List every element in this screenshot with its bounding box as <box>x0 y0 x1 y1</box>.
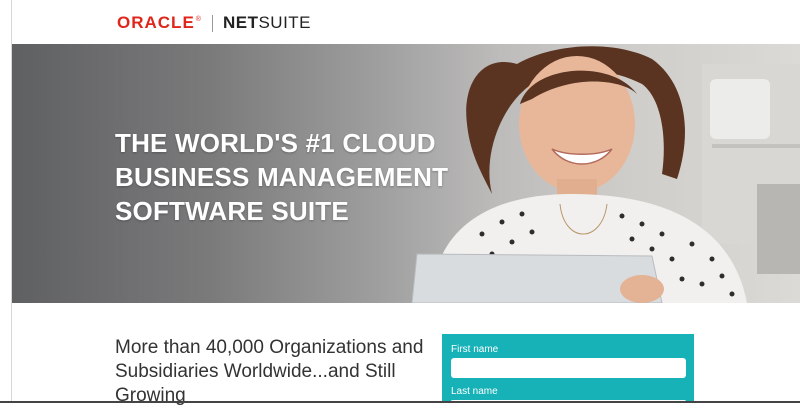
logo-netsuite-text: NETSUITE <box>223 13 311 33</box>
logo-registered-mark: ® <box>195 15 201 23</box>
hero-bg-pot <box>710 79 770 139</box>
intro-text: More than 40,000 Organizations and Subsi… <box>115 337 424 406</box>
logo-oracle-text: ORACLE <box>117 13 195 32</box>
logo-netsuite-net: NET <box>222 13 259 32</box>
logo-divider <box>211 14 213 32</box>
site-header: ORACLE ® NETSUITE <box>12 0 800 44</box>
hero-title-line: THE WORLD'S #1 CLOUD <box>115 128 436 158</box>
hero-woman-hand <box>620 275 664 303</box>
logo-netsuite-suite: SUITE <box>258 13 312 32</box>
hero-banner: THE WORLD'S #1 CLOUD BUSINESS MANAGEMENT… <box>12 44 800 303</box>
hero-bg-shelf-line <box>712 144 800 148</box>
hero-title-line: BUSINESS MANAGEMENT <box>115 162 449 192</box>
hero-title-line: SOFTWARE SUITE <box>115 196 349 226</box>
first-name-label: First name <box>451 344 499 355</box>
oracle-netsuite-logo[interactable]: ORACLE ® NETSUITE <box>117 13 311 33</box>
first-name-input[interactable] <box>451 358 686 378</box>
window-left-edge <box>0 0 12 403</box>
signup-form: First name Last name <box>442 334 694 403</box>
hero-title: THE WORLD'S #1 CLOUD BUSINESS MANAGEMENT… <box>115 126 475 228</box>
hero-bg-cabinet <box>757 184 800 274</box>
last-name-label: Last name <box>451 386 498 397</box>
